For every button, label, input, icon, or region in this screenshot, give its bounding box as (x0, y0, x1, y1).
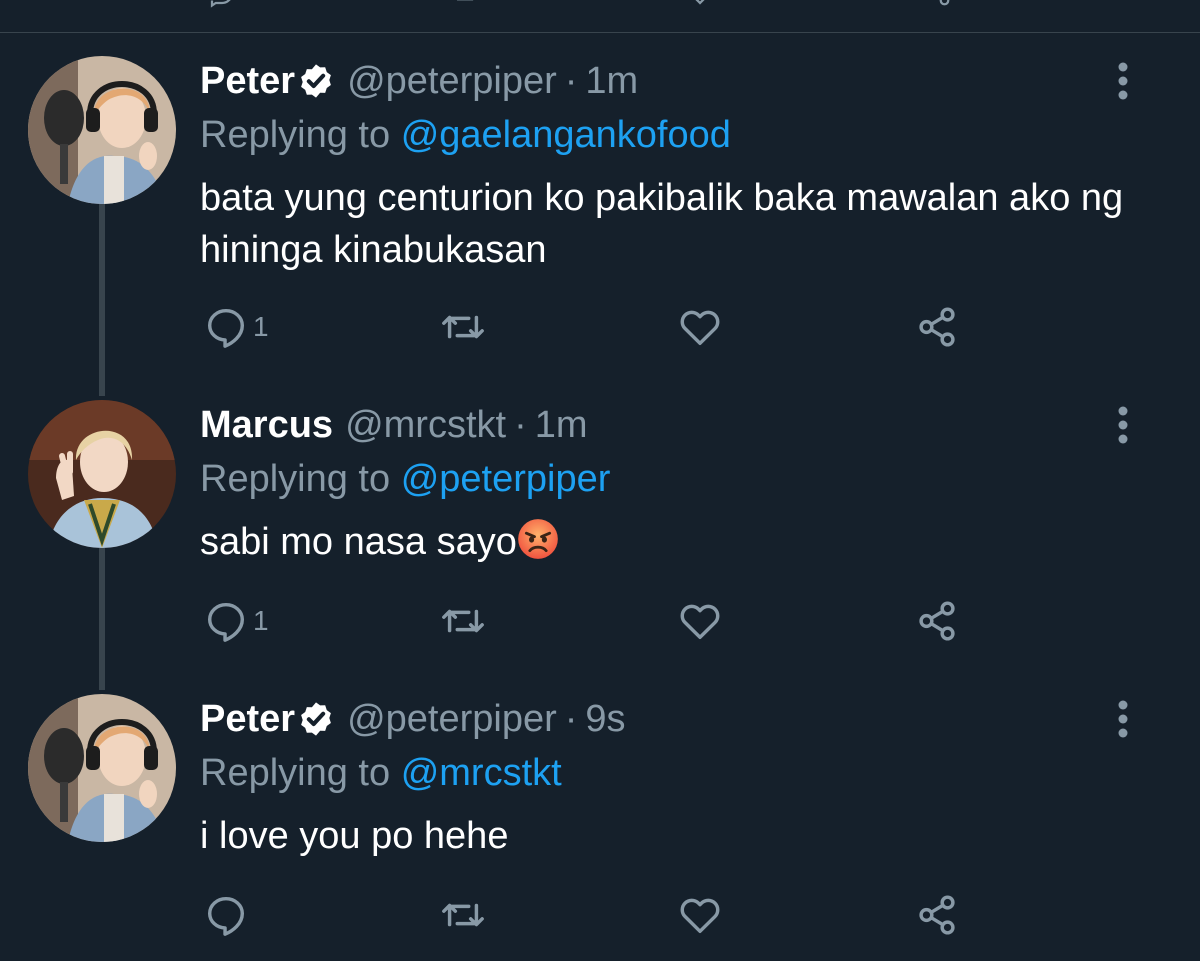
reply-icon (207, 896, 245, 936)
replying-label: Replying to (200, 114, 391, 156)
heart-icon (680, 310, 720, 346)
retweet-icon[interactable] (447, 0, 477, 8)
mention-link[interactable]: @gaelangankofood (401, 114, 731, 156)
reply-icon (207, 602, 245, 642)
reply-icon[interactable] (207, 0, 237, 8)
display-name[interactable]: Peter (200, 56, 295, 106)
avatar-marcus (28, 400, 176, 548)
reply-count: 1 (253, 605, 269, 636)
like-button[interactable] (677, 302, 723, 352)
angry-face-emoji-icon (518, 519, 558, 559)
tweet-header: Peter @peterpiper · 9s (200, 694, 626, 744)
reply-button[interactable]: 1 (203, 596, 269, 646)
handle[interactable]: @mrcstkt (345, 404, 506, 446)
tweet-header: Marcus @mrcstkt · 1m (200, 400, 588, 450)
divider (0, 32, 1200, 33)
avatar[interactable] (28, 694, 176, 842)
more-options-icon[interactable] (1108, 60, 1138, 102)
retweet-icon (442, 609, 484, 633)
tweet-actions: 1 (0, 302, 1200, 352)
mention-link[interactable]: @peterpiper (401, 458, 611, 500)
timestamp[interactable]: 9s (585, 698, 625, 740)
heart-icon (680, 898, 720, 934)
replying-to: Replying to @mrcstkt (200, 748, 562, 798)
replying-label: Replying to (200, 752, 391, 794)
tweet-text: sabi mo nasa sayo (200, 521, 517, 563)
share-icon (919, 307, 955, 347)
reply-button[interactable] (203, 890, 253, 940)
tweet-text: bata yung centurion ko pakibalik baka ma… (200, 177, 1124, 271)
share-button[interactable] (914, 302, 960, 352)
heart-icon (680, 604, 720, 640)
more-options-icon[interactable] (1108, 404, 1138, 446)
timestamp[interactable]: 1m (535, 404, 588, 446)
reply-button[interactable]: 1 (203, 302, 269, 352)
avatar-peter (28, 694, 176, 842)
like-button[interactable] (677, 596, 723, 646)
avatar[interactable] (28, 56, 176, 204)
share-button[interactable] (914, 596, 960, 646)
share-icon (919, 895, 955, 935)
separator: · (514, 404, 527, 446)
tweet-text: i love you po hehe (200, 815, 509, 857)
tweet-header: Peter @peterpiper · 1m (200, 56, 638, 106)
more-options-icon[interactable] (1108, 698, 1138, 740)
retweet-button[interactable] (440, 302, 486, 352)
timestamp[interactable]: 1m (585, 60, 638, 102)
like-button[interactable] (677, 890, 723, 940)
handle[interactable]: @peterpiper (347, 698, 557, 740)
share-icon[interactable] (922, 0, 952, 8)
tweet-text-container: sabi mo nasa sayo (200, 516, 1160, 568)
verified-badge-icon (301, 64, 331, 98)
share-button[interactable] (914, 890, 960, 940)
separator: · (564, 60, 578, 102)
retweet-icon (442, 903, 484, 927)
verified-badge-icon (301, 702, 331, 736)
replying-label: Replying to (200, 458, 391, 500)
tweet-actions (0, 890, 1200, 940)
retweet-button[interactable] (440, 890, 486, 940)
reply-icon (207, 308, 245, 348)
mention-link[interactable]: @mrcstkt (401, 752, 562, 794)
display-name[interactable]: Marcus (200, 400, 333, 450)
avatar[interactable] (28, 400, 176, 548)
retweet-icon (442, 315, 484, 339)
share-icon (919, 601, 955, 641)
reply-count: 1 (253, 311, 269, 342)
like-icon[interactable] (685, 0, 715, 8)
handle[interactable]: @peterpiper (347, 60, 557, 102)
display-name[interactable]: Peter (200, 694, 295, 744)
separator: · (564, 698, 578, 740)
thread-connector (99, 202, 105, 396)
replying-to: Replying to @peterpiper (200, 454, 610, 504)
tweet-thread: Peter @peterpiper · 1m Replying to @gaelan… (0, 0, 1200, 961)
tweet-actions: 1 (0, 596, 1200, 646)
avatar-peter (28, 56, 176, 204)
previous-tweet-actions (0, 0, 1200, 12)
replying-to: Replying to @gaelangankofood (200, 110, 731, 160)
retweet-button[interactable] (440, 596, 486, 646)
